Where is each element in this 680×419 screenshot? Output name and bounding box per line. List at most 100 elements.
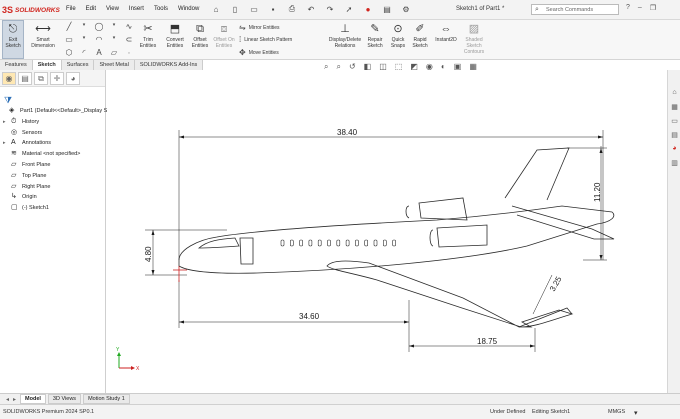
configuration-tab-icon[interactable]: ⧉ [34, 72, 48, 85]
dim-overall-length[interactable]: 38.40 [337, 128, 358, 137]
mirror-entities-button[interactable]: ⇋ Mirror Entities [239, 23, 280, 32]
dropdown-icon[interactable]: ▾ [107, 22, 121, 34]
polygon-icon[interactable]: ⬡ [62, 48, 76, 60]
point-icon[interactable]: ∙ [122, 48, 136, 60]
menu-view[interactable]: View [106, 6, 119, 12]
file-properties-icon[interactable]: ▤ [381, 3, 393, 15]
rectangle-icon[interactable]: ▭ [62, 35, 76, 47]
tab-sketch[interactable]: Sketch [32, 60, 62, 70]
units-dropdown-icon[interactable]: ▾ [634, 409, 638, 417]
line-icon[interactable]: ╱ [62, 22, 76, 34]
offset-entities-button[interactable]: ⧉ Offset Entities [188, 22, 212, 50]
tab-surfaces[interactable]: Surfaces [61, 60, 95, 70]
print-icon[interactable]: ⎙ [286, 3, 298, 15]
view-palette-icon[interactable]: ▤ [670, 130, 679, 139]
minimize-icon[interactable]: – [638, 4, 642, 12]
tab-model[interactable]: Model [20, 394, 46, 404]
restore-icon[interactable]: ❐ [650, 4, 656, 12]
tree-node[interactable]: ▱ Front Plane [0, 160, 106, 171]
dropdown-icon[interactable]: ▾ [77, 35, 91, 47]
tab-sheet-metal[interactable]: Sheet Metal [94, 60, 135, 70]
exit-sketch-button[interactable]: ⎋ Exit Sketch [2, 22, 24, 50]
dim-fuselage-height[interactable]: 4.80 [144, 246, 153, 262]
menu-tools[interactable]: Tools [154, 6, 168, 12]
smart-dimension-button[interactable]: ⟷ Smart Dimension [28, 22, 58, 50]
custom-properties-icon[interactable]: ▥ [670, 158, 679, 167]
tab-addins[interactable]: SOLIDWORKS Add-Ins [134, 60, 204, 70]
solidworks-logo[interactable]: 3S SOLIDWORKS [2, 4, 60, 16]
tab-features[interactable]: Features [0, 60, 33, 70]
menu-file[interactable]: File [66, 6, 76, 12]
offset-on-surface-button[interactable]: ⧈ Offset On Entities [212, 22, 236, 50]
trim-entities-button[interactable]: ✂ Trim Entities [138, 22, 158, 50]
design-library-icon[interactable]: ▦ [670, 102, 679, 111]
instant2d-button[interactable]: ⇔ Instant2D [432, 22, 460, 44]
file-explorer-icon[interactable]: ▭ [670, 116, 679, 125]
save-icon[interactable]: ▪ [267, 3, 279, 15]
tree-node[interactable]: ▸ A Annotations [0, 138, 106, 149]
display-delete-relations-button[interactable]: ⊥ Display/Delete Relations [326, 22, 364, 50]
dim-wingtip[interactable]: 3.25 [548, 275, 564, 293]
solidworks-resources-icon[interactable]: ⌂ [670, 88, 679, 97]
menu-insert[interactable]: Insert [129, 6, 144, 12]
tab-motion-study[interactable]: Motion Study 1 [83, 394, 130, 404]
fillet-icon[interactable]: ◜ [77, 48, 91, 60]
filter-icon[interactable]: ⧩ [4, 95, 12, 106]
tree-node[interactable]: ▸ ⏱ History [0, 117, 106, 128]
tree-node[interactable]: ▢ (-) Sketch1 [0, 203, 106, 214]
appearances-icon[interactable]: ◕ [670, 144, 679, 153]
help-icon[interactable]: ? [626, 4, 630, 12]
tree-node[interactable]: ≋ Material <not specified> [0, 149, 106, 160]
dim-wing-chord[interactable]: 18.75 [477, 337, 498, 346]
menu-edit[interactable]: Edit [86, 6, 96, 12]
status-units[interactable]: MMGS [608, 409, 625, 415]
open-icon[interactable]: ▭ [248, 3, 260, 15]
sketch-svg[interactable]: 38.40 11.20 4.80 34.60 18.75 3.25 Y X [107, 70, 667, 393]
display-manager-tab-icon[interactable]: ◕ [66, 72, 80, 85]
tree-node[interactable]: ▱ Right Plane [0, 182, 106, 193]
tab-prev-icon[interactable]: ◂ [6, 396, 9, 403]
linear-pattern-button[interactable]: ⁞ Linear Sketch Pattern [239, 35, 292, 44]
move-entities-button[interactable]: ✥ Move Entities [239, 48, 279, 57]
arc-icon[interactable]: ◠ [92, 35, 106, 47]
repair-sketch-button[interactable]: ✎ Repair Sketch [364, 22, 386, 50]
shaded-sketch-contours-button[interactable]: ▨ Shaded Sketch Contours [460, 22, 488, 56]
graphics-area[interactable]: 38.40 11.20 4.80 34.60 18.75 3.25 Y X [107, 70, 667, 393]
new-document-icon[interactable]: ▯ [229, 3, 241, 15]
rapid-sketch-button[interactable]: ✐ Rapid Sketch [410, 22, 430, 50]
tab-3d-views[interactable]: 3D Views [47, 394, 82, 404]
redo-icon[interactable]: ↷ [324, 3, 336, 15]
tree-node[interactable]: ◈ Part1 (Default<<Default>_Display Sta [0, 106, 112, 117]
plane-icon[interactable]: ▱ [107, 48, 121, 60]
tree-node[interactable]: ▱ Top Plane [0, 171, 106, 182]
search-commands-field[interactable]: ⌕ Search Commands [531, 4, 619, 15]
text-icon[interactable]: A [92, 48, 106, 60]
home-icon[interactable]: ⌂ [210, 3, 222, 15]
spline-icon[interactable]: ∿ [122, 22, 136, 34]
arrow-icon [599, 255, 603, 260]
quick-snaps-button[interactable]: ⊙ Quick Snaps [388, 22, 408, 50]
circle-icon[interactable]: ◯ [92, 22, 106, 34]
tab-next-icon[interactable]: ▸ [13, 396, 16, 403]
options-gear-icon[interactable]: ⚙ [400, 3, 412, 15]
rear-engine-upper [418, 197, 468, 221]
convert-entities-button[interactable]: ⬒ Convert Entities [162, 22, 188, 50]
repair-label: Repair Sketch [367, 37, 383, 49]
rebuild-icon[interactable]: ● [362, 3, 374, 15]
property-manager-tab-icon[interactable]: ▤ [18, 72, 32, 85]
tree-node[interactable]: ◎ Sensors [0, 128, 106, 139]
dim-nose-to-wing[interactable]: 34.60 [299, 312, 320, 321]
dropdown-icon[interactable]: ▾ [107, 35, 121, 47]
feature-tree-tab-icon[interactable]: ◉ [2, 72, 16, 85]
tree-node[interactable]: ↳ Origin [0, 192, 106, 203]
undo-icon[interactable]: ↶ [305, 3, 317, 15]
slot-icon[interactable]: ⊂ [122, 35, 136, 47]
select-icon[interactable]: ➚ [343, 3, 355, 15]
expand-arrow-icon[interactable]: ▸ [3, 117, 6, 128]
expand-arrow-icon[interactable]: ▸ [3, 138, 6, 149]
instant2d-icon: ⇔ [440, 23, 452, 35]
dropdown-icon[interactable]: ▾ [77, 22, 91, 34]
dimxpert-tab-icon[interactable]: ✛ [50, 72, 64, 85]
menu-window[interactable]: Window [178, 6, 199, 12]
dim-tail-height[interactable]: 11.20 [593, 182, 602, 202]
